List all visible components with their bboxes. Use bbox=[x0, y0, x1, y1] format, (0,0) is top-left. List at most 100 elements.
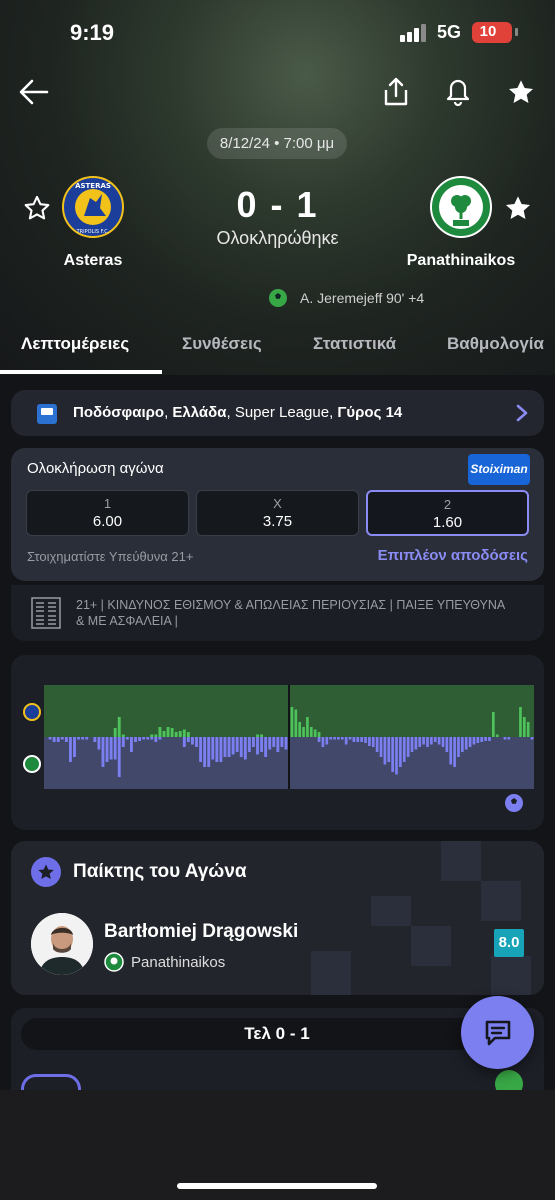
away-momentum-bar bbox=[219, 737, 223, 762]
home-momentum-bar bbox=[317, 732, 321, 737]
away-momentum-bar bbox=[375, 737, 379, 752]
star-filled-icon[interactable] bbox=[503, 74, 539, 110]
home-momentum-bar bbox=[526, 722, 530, 737]
home-momentum-bar bbox=[158, 727, 162, 737]
tab-standings[interactable]: Βαθμολογία bbox=[447, 334, 544, 354]
home-momentum-bar bbox=[154, 734, 158, 737]
chat-button[interactable] bbox=[461, 996, 534, 1069]
away-momentum-bar bbox=[395, 737, 398, 775]
away-team-name: Panathinaikos bbox=[406, 252, 516, 269]
home-momentum-bar bbox=[313, 729, 317, 737]
goal-event: A. Jeremejeff 90' +4 bbox=[268, 288, 424, 308]
away-momentum-bar bbox=[480, 737, 484, 742]
away-momentum-bar bbox=[371, 737, 375, 747]
player-name: Bartłomiej Drągowski bbox=[104, 921, 299, 942]
away-momentum-bar bbox=[333, 737, 336, 740]
gambling-warning: 21+ | ΚΙΝΔΥΝΟΣ ΕΘΙΣΜΟΥ & ΑΠΩΛΕΙΑΣ ΠΕΡΙΟΥ… bbox=[11, 585, 544, 641]
away-momentum-bar bbox=[150, 737, 154, 740]
away-momentum-bar bbox=[507, 737, 511, 740]
home-momentum-bar bbox=[121, 734, 125, 737]
battery-cap bbox=[515, 28, 518, 36]
home-momentum-bar bbox=[117, 717, 121, 737]
panathinaikos-small-icon bbox=[104, 952, 124, 972]
home-momentum-bar bbox=[182, 729, 186, 737]
away-momentum-bar bbox=[134, 737, 137, 742]
tab-lineups[interactable]: Συνθέσεις bbox=[182, 334, 262, 354]
away-momentum-bar bbox=[101, 737, 105, 767]
away-momentum-bar bbox=[530, 737, 534, 740]
away-momentum-bar bbox=[461, 737, 464, 752]
player-team: Panathinaikos bbox=[104, 952, 225, 972]
league-logo-icon bbox=[37, 404, 57, 424]
away-team-small-logo bbox=[23, 755, 41, 773]
eeep-logo-icon bbox=[31, 597, 61, 629]
away-momentum-bar bbox=[215, 737, 219, 762]
away-momentum-bar bbox=[356, 737, 360, 742]
away-momentum-bar bbox=[464, 737, 468, 750]
away-momentum-bar bbox=[387, 737, 391, 762]
odds-title: Ολοκλήρωση αγώνα bbox=[27, 460, 164, 477]
league-row[interactable]: Ποδόσφαιρο, Ελλάδα, Super League, Γύρος … bbox=[11, 390, 544, 436]
chevron-right-icon bbox=[516, 404, 528, 427]
odd-value: 1.60 bbox=[432, 514, 463, 531]
network-label: 5G bbox=[437, 22, 462, 42]
soccer-ball-icon bbox=[504, 793, 524, 818]
momentum-card[interactable] bbox=[11, 655, 544, 830]
away-momentum-bar bbox=[56, 737, 60, 742]
away-momentum-bar bbox=[441, 737, 445, 747]
home-momentum-bar bbox=[178, 731, 182, 737]
away-momentum-bar bbox=[468, 737, 472, 747]
decor-square bbox=[441, 841, 481, 881]
status-bar: 9:19 5G 10 bbox=[0, 0, 555, 60]
away-momentum-bar bbox=[352, 737, 356, 742]
home-momentum-bar bbox=[306, 717, 309, 737]
back-arrow-icon[interactable] bbox=[16, 74, 52, 110]
away-momentum-bar bbox=[449, 737, 453, 765]
decor-square bbox=[371, 896, 411, 926]
away-team[interactable]: Panathinaikos bbox=[401, 176, 521, 270]
away-momentum-bar bbox=[422, 737, 425, 745]
home-half1-bg bbox=[44, 685, 288, 737]
home-team[interactable]: ASTERAS TRIPOLIS F.C. Asteras bbox=[33, 176, 153, 270]
away-momentum-bar bbox=[247, 737, 251, 752]
home-indicator[interactable] bbox=[177, 1183, 377, 1189]
home-momentum-bar bbox=[166, 727, 170, 737]
odds-card: Ολοκλήρωση αγώνα Stoiximan 1 6.00 X 3.75… bbox=[11, 448, 544, 581]
decor-square bbox=[311, 951, 351, 995]
away-momentum-bar bbox=[325, 737, 329, 745]
away-momentum-bar bbox=[280, 737, 284, 747]
league-sport: Ποδόσφαιρο bbox=[73, 404, 165, 421]
odd-away[interactable]: 2 1.60 bbox=[366, 490, 529, 536]
player-avatar[interactable] bbox=[31, 913, 93, 975]
potm-title: Παίκτης του Αγώνα bbox=[73, 861, 247, 882]
player-rating: 8.0 bbox=[494, 929, 524, 957]
away-momentum-bar bbox=[368, 737, 371, 746]
away-momentum-bar bbox=[284, 737, 288, 750]
away-momentum-bar bbox=[97, 737, 101, 750]
home-momentum-bar bbox=[150, 734, 154, 737]
tab-details[interactable]: Λεπτομέρειες bbox=[21, 334, 129, 354]
odd-draw[interactable]: X 3.75 bbox=[196, 490, 359, 536]
away-momentum-bar bbox=[73, 737, 76, 757]
away-momentum-bar bbox=[158, 737, 162, 740]
away-momentum-bar bbox=[264, 737, 268, 757]
tab-statistics[interactable]: Στατιστικά bbox=[313, 334, 396, 354]
decor-square bbox=[481, 881, 521, 921]
away-momentum-bar bbox=[138, 737, 141, 741]
away-momentum-bar bbox=[399, 737, 402, 767]
panathinaikos-logo bbox=[430, 176, 492, 238]
more-odds-link[interactable]: Επιπλέον αποδόσεις bbox=[378, 547, 528, 564]
odd-value: 3.75 bbox=[262, 513, 293, 530]
bell-icon[interactable] bbox=[440, 74, 476, 110]
home-momentum-bar bbox=[522, 717, 526, 737]
away-momentum-bar bbox=[235, 737, 239, 752]
home-momentum-bar bbox=[174, 732, 178, 737]
odd-home[interactable]: 1 6.00 bbox=[26, 490, 189, 536]
match-score: 0 - 1 bbox=[236, 184, 319, 225]
home-momentum-bar bbox=[186, 732, 190, 737]
away-momentum-bar bbox=[472, 737, 476, 745]
share-icon[interactable] bbox=[378, 74, 414, 110]
goal-scorer: A. Jeremejeff 90' +4 bbox=[300, 290, 425, 306]
bookmaker-logo[interactable]: Stoiximan bbox=[468, 454, 530, 485]
player-of-the-match-card[interactable]: Παίκτης του Αγώνα Bartłomiej Drągowski P… bbox=[11, 841, 544, 995]
